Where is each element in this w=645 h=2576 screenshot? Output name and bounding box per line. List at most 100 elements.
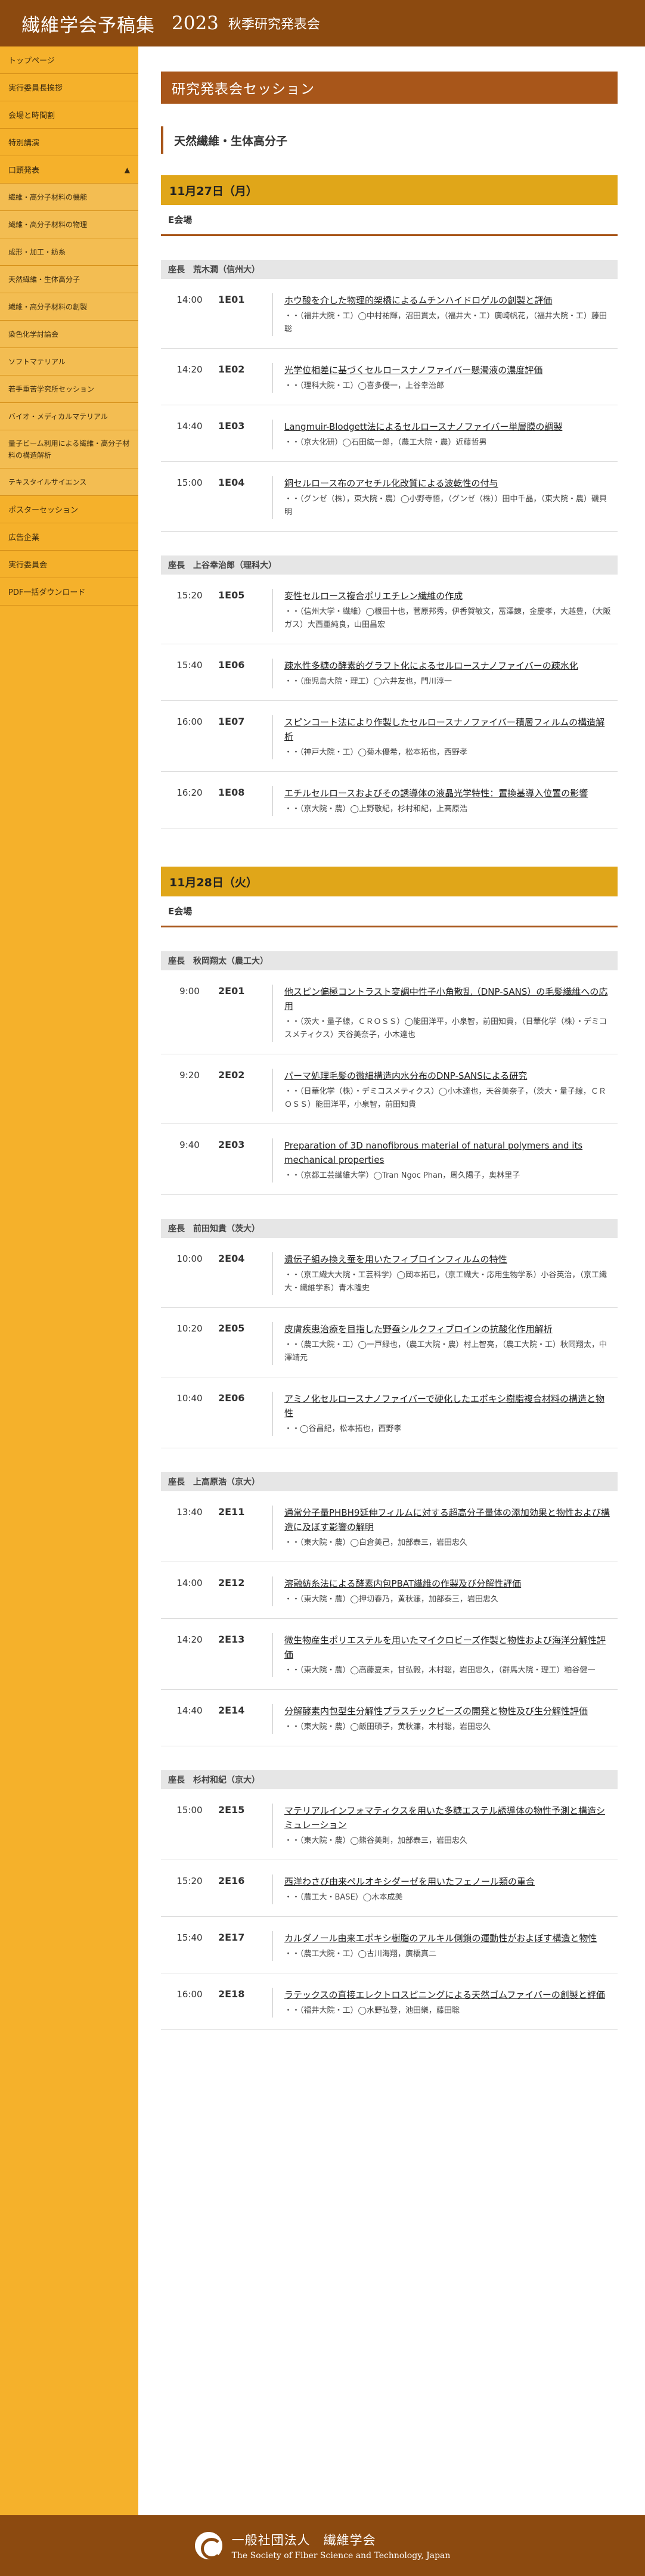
talk-authors: ・・（東大院・農）◯押切春乃，黄秋濂，加部泰三，岩田忠久	[284, 1595, 499, 1604]
sidebar-item[interactable]: 若手重苦学究所セッション	[0, 375, 138, 403]
talk-row: 15:20 2E16 西洋わさび由来ペルオキシダーゼを用いたフェノール類の重合 ・・（…	[161, 1860, 618, 1917]
talk-code: 2E02	[218, 1069, 245, 1081]
talk-row: 14:20 2E13 微生物産生ポリエステルを用いたマイクロビーズ作製と物性および海…	[161, 1619, 618, 1690]
talk-title-link[interactable]: エチルセルロースおよびその誘導体の液晶光学特性：置換基導入位置の影響	[284, 786, 613, 800]
footer-org-en: The Society of Fiber Science and Technol…	[231, 2551, 451, 2561]
talk-row: 14:20 1E02 光学位相差に基づくセルロースナノファイバー懸濁液の濃度評価・・…	[161, 349, 618, 405]
talk-title-link[interactable]: 銅セルロース布のアセチル化改質による波乾性の付与	[284, 476, 613, 491]
talk-authors: ・・（日華化学（株）・デミコスメティクス）◯小木達也，天谷美奈子，（茨大・量子線…	[284, 1087, 606, 1109]
talk-authors: ・・（東大院・農）◯高藤夏未，甘弘毅，木村聡，岩田忠久，（群馬大院・理工）粕谷健…	[284, 1666, 596, 1675]
sidebar-item[interactable]: PDF一括ダウンロード	[0, 578, 138, 606]
talk-code: 2E14	[218, 1705, 245, 1716]
sidebar-item[interactable]: 繊維・高分子材料の物理	[0, 211, 138, 238]
talk-title-link[interactable]: 光学位相差に基づくセルロースナノファイバー懸濁液の濃度評価	[284, 363, 613, 377]
sidebar-item[interactable]: バイオ・メディカルマテリアル	[0, 403, 138, 430]
page-title: 研究発表会セッション	[161, 72, 618, 104]
talk-time: 10:20	[176, 1323, 203, 1334]
sidebar-item[interactable]: テキスタイルサイエンス	[0, 468, 138, 496]
talk-title-link[interactable]: スピンコート法により作製したセルロースナノファイバー積層フィルムの構造解析	[284, 715, 613, 744]
sidebar-item[interactable]: 会場と時間割	[0, 101, 138, 129]
sidebar-item[interactable]: 実行委員会	[0, 551, 138, 578]
sidebar-item-label: 若手重苦学究所セッション	[8, 385, 95, 393]
talk-code: 2E01	[218, 985, 245, 997]
talk-authors: ・・（京工繊大大院・工芸科学）◯岡本拓巳，（京工繊大・応用生物学系）小谷英治，（…	[284, 1271, 607, 1293]
talk-title-link[interactable]: 疎水性多糖の酵素的グラフト化によるセルロースナノファイバーの疎水化	[284, 659, 613, 673]
talk-code: 2E17	[218, 1932, 245, 1943]
talk-code: 1E02	[218, 364, 245, 375]
talk-row: 14:00 2E12 溶融紡糸法による酵素内包PBAT繊維の作製及び分解性評価 ・・（…	[161, 1562, 618, 1619]
sidebar-item[interactable]: ソフトマテリアル	[0, 348, 138, 375]
talk-title-link[interactable]: 微生物産生ポリエステルを用いたマイクロビーズ作製と物性および海洋分解性評価	[284, 1633, 613, 1662]
talk-title-link[interactable]: 通常分子量PHBH9延伸フィルムに対する超高分子量体の添加効果と物性および構造に…	[284, 1506, 613, 1534]
sidebar-item-label: 繊維・高分子材料の機能	[8, 193, 88, 201]
sidebar-item-label: 繊維・高分子材料の物理	[8, 221, 88, 229]
chair-label: 座長 上高原浩（京大）	[161, 1472, 618, 1491]
sidebar-item[interactable]: 繊維・高分子材料の創製	[0, 293, 138, 321]
talk-time: 16:20	[176, 787, 203, 798]
talk-code: 2E12	[218, 1577, 245, 1588]
talk-code: 1E01	[218, 294, 245, 305]
sidebar-item[interactable]: 染色化学討論会	[0, 321, 138, 348]
talk-authors: ・・（神戸大院・工）◯菊木優希，松本拓也，西野孝	[284, 748, 468, 757]
talk-time: 15:20	[176, 1876, 203, 1886]
talk-authors: ・・（福井大院・工）◯中村祐輝，沼田貫太，（福井大・工）廣崎帆花，（福井大院・工…	[284, 312, 607, 334]
talk-time: 9:40	[179, 1140, 200, 1150]
sidebar-item[interactable]: 口頭発表 ▲	[0, 156, 138, 184]
talk-code: 2E13	[218, 1634, 245, 1645]
talk-time: 15:00	[176, 477, 203, 488]
talk-title-link[interactable]: マテリアルインフォマティクスを用いた多糖エステル誘導体の物性予測と構造シミュレー…	[284, 1804, 613, 1832]
talk-authors: ・・（農工大院・工）◯一戸緑也，（農工大院・農）村上智亮，（農工大院・工）秋岡翔…	[284, 1340, 607, 1363]
sidebar-item[interactable]: 特別講演	[0, 129, 138, 156]
sidebar-item-label: 口頭発表	[8, 166, 40, 175]
chair-label: 座長 杉村和紀（京大）	[161, 1770, 618, 1789]
sidebar-item-label: PDF一括ダウンロード	[8, 588, 86, 597]
talk-title-link[interactable]: カルダノール由来エポキシ樹脂のアルキル側鎖の運動性がおよぼす構造と物性	[284, 1931, 613, 1945]
talk-row: 15:40 2E17 カルダノール由来エポキシ樹脂のアルキル側鎖の運動性がおよぼす構…	[161, 1917, 618, 1973]
talk-time: 9:00	[179, 986, 200, 997]
sidebar: トップページ 実行委員長挨拶 会場と時間割 特別講演 口頭発表 ▲ 繊維・高分子材料の機能繊…	[0, 46, 138, 2515]
talk-code: 1E04	[218, 477, 245, 488]
talk-time: 14:20	[176, 364, 203, 375]
sidebar-item[interactable]: 繊維・高分子材料の機能	[0, 184, 138, 211]
chair-label: 座長 上谷幸治郎（理科大）	[161, 555, 618, 575]
talk-time: 14:40	[176, 421, 203, 432]
sidebar-item[interactable]: 成形・加工・紡糸	[0, 238, 138, 266]
sidebar-item[interactable]: 広告企業	[0, 523, 138, 551]
chevron-up-icon[interactable]: ▲	[125, 166, 130, 174]
talk-title-link[interactable]: 変性セルロース複合ポリエチレン繊維の作成	[284, 589, 613, 603]
talk-title-link[interactable]: 分解酵素内包型生分解性プラスチックビーズの開発と物性及び生分解性評価	[284, 1704, 613, 1718]
talk-code: 1E06	[218, 659, 245, 671]
talk-title-link[interactable]: ホウ酸を介した物理的架橋によるムチンハイドロゲルの創製と評価	[284, 293, 613, 308]
talk-authors: ・・（グンゼ（株），東大院・農）◯小野寺悟，（グンゼ（株））田中千晶，（東大院・…	[284, 495, 607, 517]
talk-code: 2E06	[218, 1392, 245, 1404]
sidebar-item[interactable]: 量子ビーム利用による繊維・高分子材料の構造解析	[0, 430, 138, 468]
sidebar-item-label: 成形・加工・紡糸	[8, 248, 66, 256]
talk-title-link[interactable]: ラテックスの直接エレクトロスピニングによる天然ゴムファイバーの創製と評価	[284, 1988, 613, 2002]
talk-title-link[interactable]: 溶融紡糸法による酵素内包PBAT繊維の作製及び分解性評価	[284, 1576, 613, 1591]
sidebar-item[interactable]: トップページ	[0, 46, 138, 74]
talk-title-link[interactable]: 他スピン偏極コントラスト変調中性子小角散乱（DNP-SANS）の毛髪繊維への応用	[284, 985, 613, 1013]
talk-time: 14:40	[176, 1705, 203, 1716]
talk-title-link[interactable]: アミノ化セルロースナノファイバーで硬化したエポキシ樹脂複合材料の構造と物性	[284, 1392, 613, 1420]
site-title[interactable]: 繊維学会予稿集	[21, 10, 155, 37]
talk-authors: ・・（農工大院・工）◯古川海翔，廣橋真二	[284, 1950, 437, 1959]
talk-title-link[interactable]: 皮膚疾患治療を目指した野蚕シルクフィブロインの抗酸化作用解析	[284, 1322, 613, 1336]
chair-label: 座長 前田知貴（茨大）	[161, 1219, 618, 1238]
talk-authors: ・・（東大院・農）◯飯田碩子，黄秋濂，木村聡，岩田忠久	[284, 1722, 491, 1731]
talk-title-link[interactable]: 西洋わさび由来ペルオキシダーゼを用いたフェノール類の重合	[284, 1874, 613, 1889]
talk-time: 9:20	[179, 1070, 200, 1081]
talk-title-link[interactable]: 遺伝子組み換え蚕を用いたフィブロインフィルムの特性	[284, 1252, 613, 1267]
talk-row: 15:00 1E04 銅セルロース布のアセチル化改質による波乾性の付与・・（グンゼ（…	[161, 462, 618, 532]
talk-authors: ・・（理科大院・工）◯喜多優一，上谷幸治郎	[284, 381, 445, 390]
sidebar-item-label: 広告企業	[8, 533, 40, 542]
talk-title-link[interactable]: Preparation of 3D nanofibrous material o…	[284, 1138, 613, 1167]
sidebar-item[interactable]: 実行委員長挨拶	[0, 74, 138, 101]
sidebar-item[interactable]: ポスターセッション	[0, 496, 138, 523]
talk-title-link[interactable]: Langmuir-Blodgett法によるセルロースナノファイバー単層膜の調製	[284, 420, 613, 434]
sidebar-item[interactable]: 天然繊維・生体高分子	[0, 266, 138, 293]
day-header: 11月27日（月）	[161, 175, 618, 205]
talk-authors: ・・（東大院・農）◯白倉美己，加部泰三，岩田忠久	[284, 1538, 468, 1547]
talk-authors: ・・（茨大・量子線，ＣＲＯＳＳ）◯能田洋平，小泉智，前田知貴，（日華化学（株）・…	[284, 1017, 607, 1039]
talk-title-link[interactable]: パーマ処理毛髪の微細構造内水分布のDNP-SANSによる研究	[284, 1069, 613, 1083]
talk-code: 1E08	[218, 787, 245, 798]
